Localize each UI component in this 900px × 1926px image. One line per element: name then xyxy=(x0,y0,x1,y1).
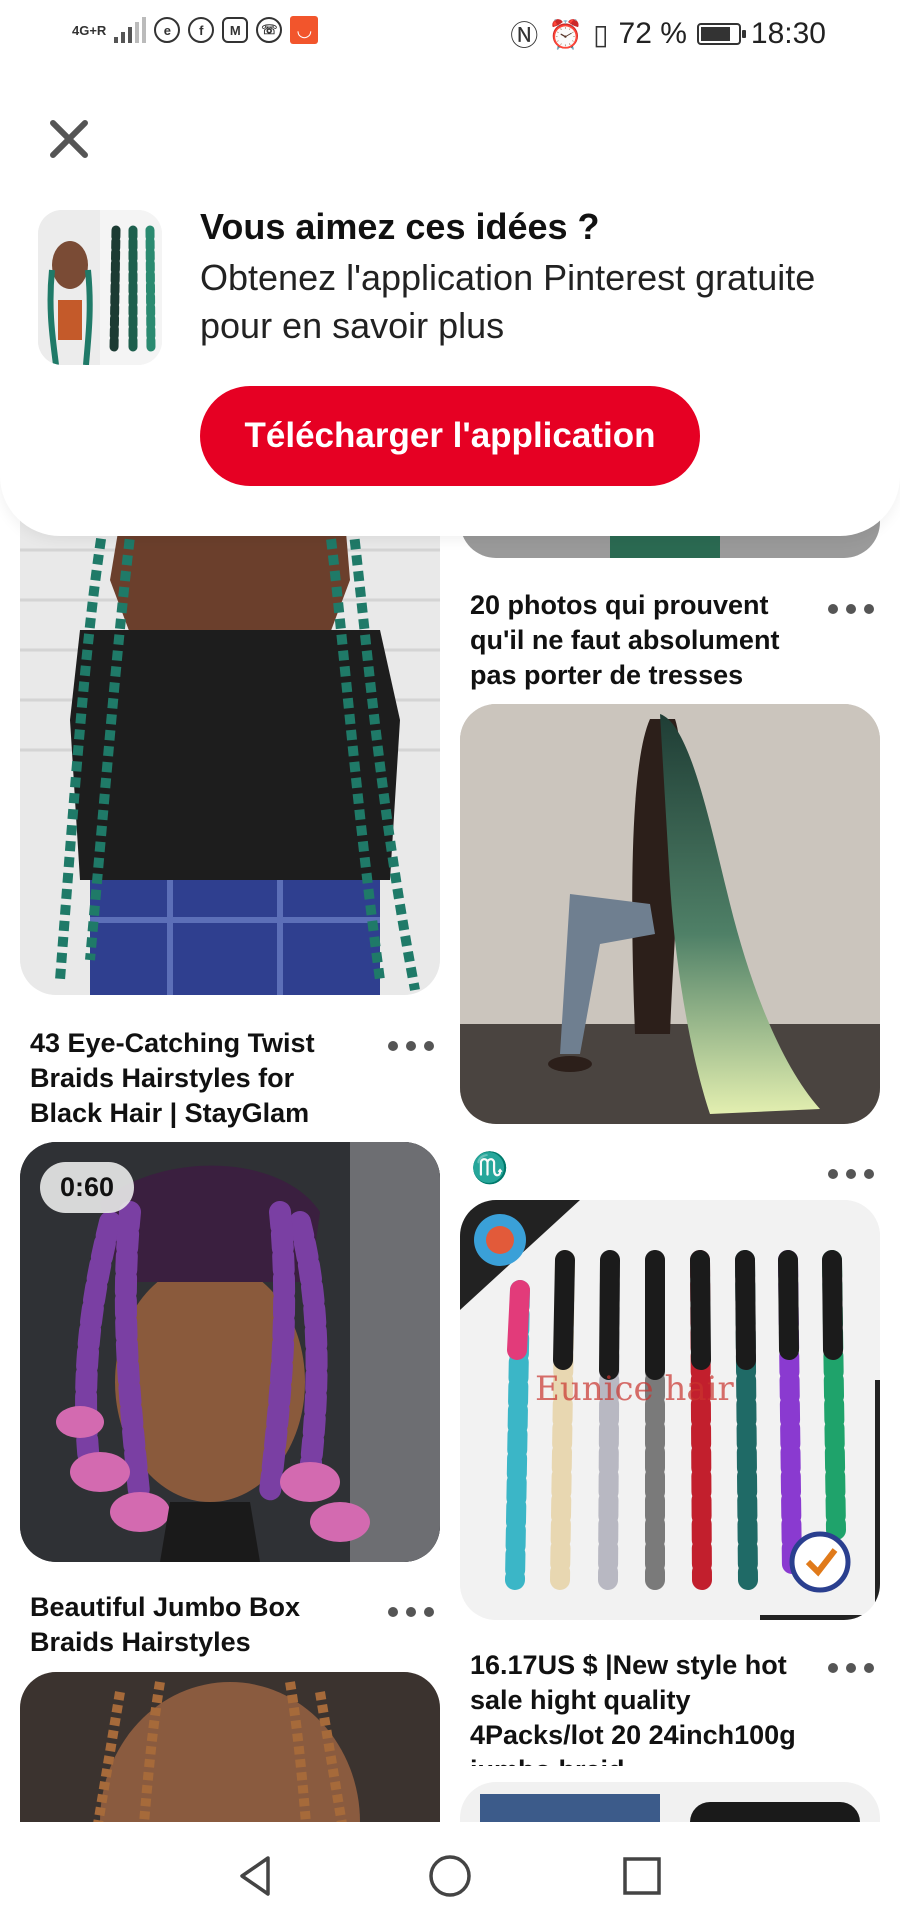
vibrate-icon: ▯ xyxy=(593,18,609,50)
nfc-icon: Ⓝ xyxy=(510,20,539,51)
pin-more-options-icon[interactable] xyxy=(828,599,874,619)
braid-packs-photo: Eunice hair xyxy=(460,1200,880,1620)
pin-image-twist-braids[interactable] xyxy=(20,460,440,995)
eunice-hair-watermark: Eunice hair xyxy=(535,1369,735,1409)
promo-thumbnail-image xyxy=(38,210,162,365)
battery-icon xyxy=(696,23,746,45)
pin-video-jumbo-braids[interactable]: 0:60 xyxy=(20,1142,440,1562)
clock: 18:30 xyxy=(750,17,826,50)
home-icon[interactable] xyxy=(426,1852,474,1900)
pin-more-options-icon[interactable] xyxy=(388,1602,434,1622)
back-icon[interactable] xyxy=(232,1852,280,1900)
whatsapp-icon: ☏ xyxy=(256,17,283,43)
gmail-icon: M xyxy=(222,17,249,43)
battery-percent: 72 % xyxy=(618,17,687,50)
ombre-braids-photo xyxy=(460,704,880,1124)
pin-more-options-icon[interactable] xyxy=(828,1164,874,1184)
facebook-icon: f xyxy=(188,17,215,43)
pin-title-clip: 16.17US $ |New style hot sale hight qual… xyxy=(470,1648,810,1766)
pin-title-braid-packs[interactable]: 16.17US $ |New style hot sale hight qual… xyxy=(470,1648,810,1766)
download-app-button[interactable]: Télécharger l'application xyxy=(200,386,700,486)
promo-thumbnail xyxy=(38,210,162,365)
recents-icon[interactable] xyxy=(618,1852,666,1900)
modal-title: Vous aimez ces idées ? xyxy=(200,206,600,247)
pin-image-ombre-braids[interactable] xyxy=(460,704,880,1124)
aliexpress-icon: ◡ xyxy=(290,16,319,44)
app-promo-modal: Vous aimez ces idées ? Obtenez l'applica… xyxy=(0,66,900,536)
close-modal-button[interactable] xyxy=(44,114,94,164)
status-left: 4G+R e f M ☏ ◡ xyxy=(72,16,319,44)
pin-title-photos-tresses[interactable]: 20 photos qui prouvent qu'il ne faut abs… xyxy=(470,588,800,693)
close-icon xyxy=(50,120,88,158)
status-bar: 4G+R e f M ☏ ◡ Ⓝ ⏰ ▯ 72 % 18:30 xyxy=(0,0,900,66)
system-nav-bar xyxy=(0,1822,900,1926)
signal-icon xyxy=(114,17,147,43)
pin-image-braid-packs[interactable]: Eunice hair xyxy=(460,1200,880,1620)
twist-braids-photo xyxy=(20,460,440,995)
pin-more-options-icon[interactable] xyxy=(828,1658,874,1678)
ebay-icon: e xyxy=(154,17,181,43)
modal-subtitle: Obtenez l'application Pinterest gratuite… xyxy=(200,257,816,346)
network-type: 4G+R xyxy=(72,22,107,38)
pin-title-jumbo-braids[interactable]: Beautiful Jumbo Box Braids Hairstyles xyxy=(30,1590,360,1660)
alarm-icon: ⏰ xyxy=(548,18,584,50)
pin-more-options-icon[interactable] xyxy=(388,1036,434,1056)
video-duration-badge: 0:60 xyxy=(40,1162,135,1213)
pin-title-twist-braids[interactable]: 43 Eye-Catching Twist Braids Hairstyles … xyxy=(30,1026,360,1131)
status-right: Ⓝ ⏰ ▯ 72 % 18:30 xyxy=(510,14,826,54)
pin-source-icon[interactable]: ♏ xyxy=(471,1150,508,1186)
